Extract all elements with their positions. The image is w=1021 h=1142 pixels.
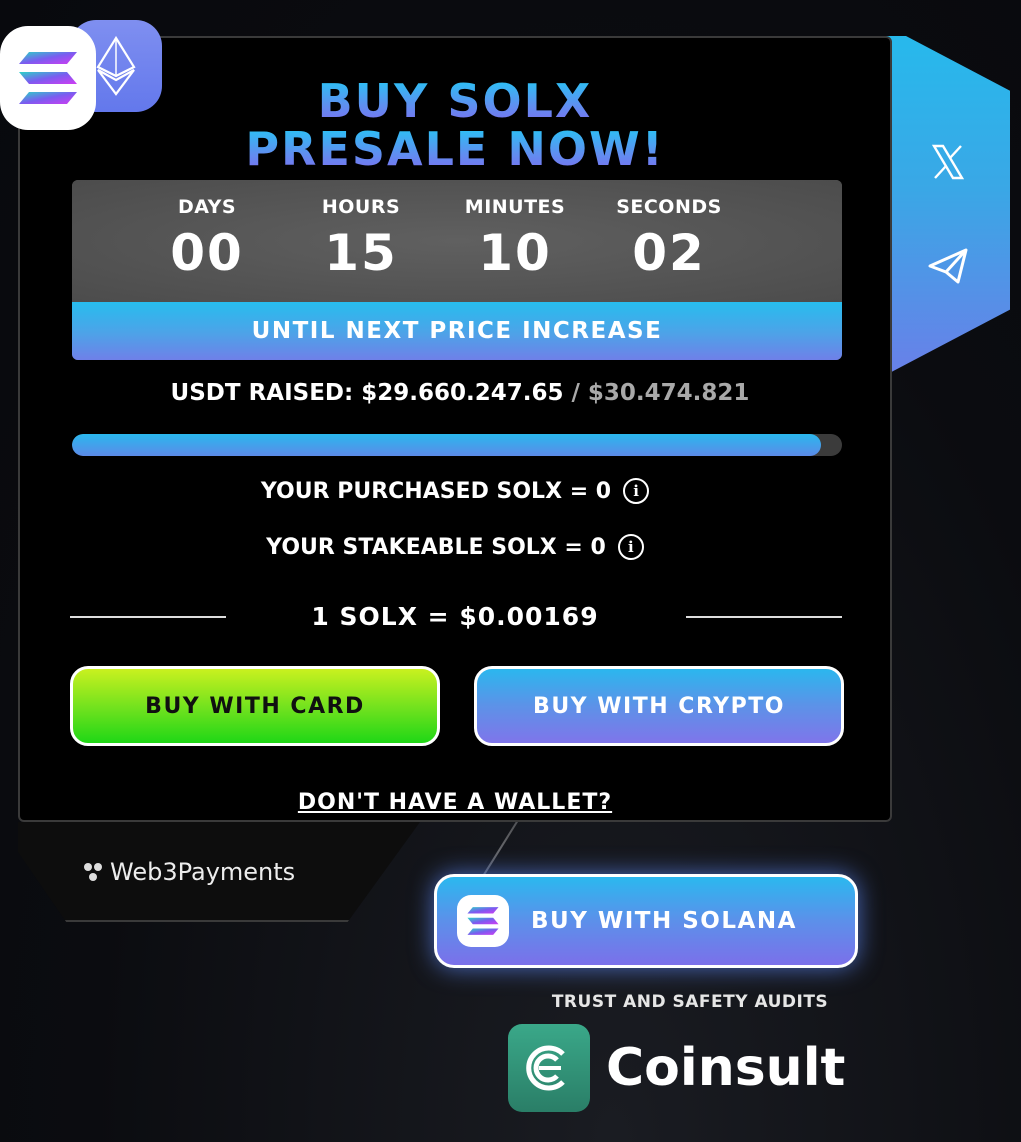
info-icon[interactable]: i [617, 534, 644, 560]
countdown-days: DAYS 00 [132, 196, 282, 280]
buy-with-solana-label: BUY WITH SOLANA [531, 908, 797, 934]
presale-card: BUY SOLX PRESALE NOW! DAYS 00 HOURS 15 M… [18, 36, 892, 822]
days-value: 00 [170, 224, 244, 282]
days-label: DAYS [177, 196, 237, 218]
coinsult-logo[interactable]: Coinsult [508, 1024, 845, 1112]
countdown-minutes: MINUTES 10 [440, 196, 590, 280]
stakeable-row: YOUR STAKEABLE SOLX = 0 i [20, 534, 890, 560]
seconds-label: SECONDS [616, 196, 722, 218]
coinsult-name: Coinsult [606, 1038, 846, 1098]
title-line-2: PRESALE NOW! [20, 126, 890, 172]
divider [686, 616, 842, 618]
raise-progress-bar [72, 434, 842, 456]
web3payments-label: Web3Payments [82, 858, 295, 886]
countdown-timer: DAYS 00 HOURS 15 MINUTES 10 SECONDS 02 U… [72, 180, 842, 360]
hours-value: 15 [324, 224, 398, 282]
x-icon[interactable] [924, 140, 972, 184]
countdown-hours: HOURS 15 [286, 196, 436, 280]
buy-with-card-button[interactable]: BUY WITH CARD [70, 666, 440, 746]
minutes-value: 10 [478, 224, 552, 282]
no-wallet-link[interactable]: DON'T HAVE A WALLET? [20, 790, 890, 815]
telegram-icon[interactable] [922, 244, 974, 288]
audits-heading: TRUST AND SAFETY AUDITS [551, 992, 829, 1012]
solana-icon [0, 26, 96, 130]
coinsult-icon [508, 1024, 590, 1112]
raised-goal: $30.474.821 [587, 380, 750, 406]
raised-amount: $29.660.247.65 [361, 380, 564, 406]
raise-progress-fill [72, 434, 822, 456]
price-row: 1 SOLX = $0.00169 [20, 596, 890, 636]
web3payments-text: Web3Payments [110, 858, 296, 886]
seconds-value: 02 [632, 224, 706, 282]
info-icon[interactable]: i [623, 478, 650, 504]
countdown-seconds: SECONDS 02 [594, 196, 744, 280]
buy-with-solana-button[interactable]: BUY WITH SOLANA [434, 874, 858, 968]
purchased-row: YOUR PURCHASED SOLX = 0 i [20, 478, 890, 504]
web3payments-icon [84, 863, 102, 881]
price-increase-caption: UNTIL NEXT PRICE INCREASE [72, 302, 842, 360]
buy-with-crypto-button[interactable]: BUY WITH CRYPTO [474, 666, 844, 746]
usdt-raised: USDT RAISED: $29.660.247.65 / $30.474.82… [70, 380, 850, 406]
raised-label: USDT RAISED: [170, 380, 354, 406]
stakeable-solx: YOUR STAKEABLE SOLX = 0 [266, 534, 606, 560]
purchased-solx: YOUR PURCHASED SOLX = 0 [260, 478, 612, 504]
raised-separator: / [571, 380, 580, 406]
minutes-label: MINUTES [464, 196, 566, 218]
hours-label: HOURS [321, 196, 401, 218]
solana-icon [457, 895, 509, 947]
